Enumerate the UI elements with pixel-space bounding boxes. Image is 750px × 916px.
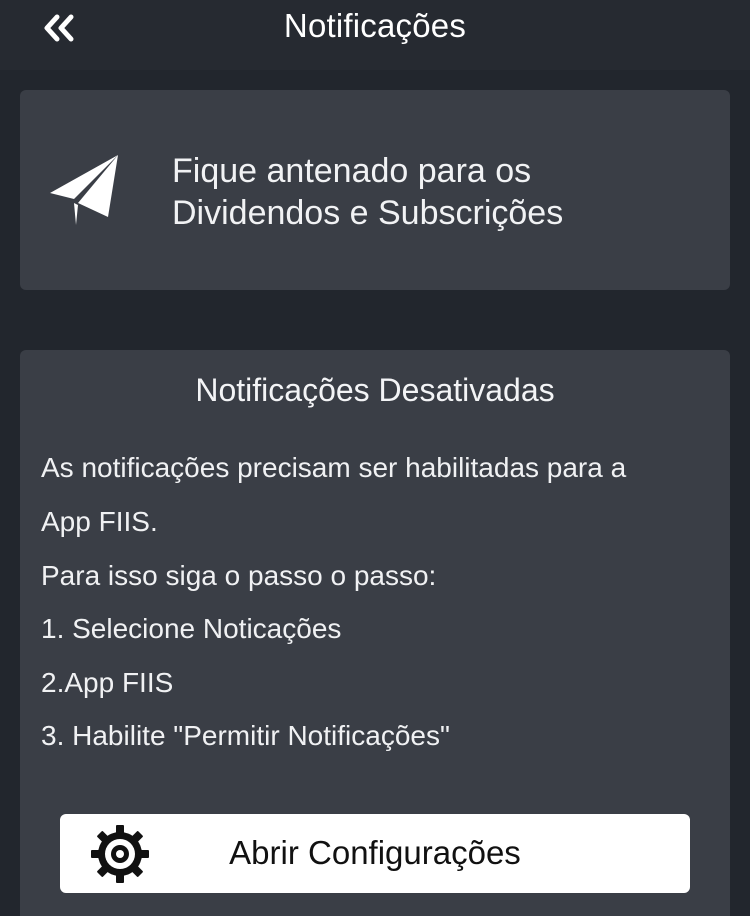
info-line: App FIIS.: [41, 506, 158, 537]
info-line: 2.App FIIS: [41, 667, 174, 698]
promo-text: Fique antenado para os Dividendos e Subs…: [172, 150, 563, 234]
paper-plane-icon: [50, 155, 118, 225]
top-bar: Notificações: [0, 0, 750, 70]
info-line: As notificações precisam ser habilitadas…: [41, 452, 627, 483]
page-title: Notificações: [283, 7, 467, 44]
info-line: Para isso siga o passo o passo:: [41, 560, 437, 591]
promo-line-1: Fique antenado para os: [172, 152, 532, 190]
open-settings-button[interactable]: Abrir Configurações: [60, 814, 690, 893]
info-line: 1. Selecione Noticações: [41, 613, 342, 644]
promo-line-2: Dividendos e Subscrições: [172, 194, 564, 232]
open-settings-label: Abrir Configurações: [229, 834, 521, 871]
info-title: Notificações Desativadas: [195, 372, 555, 408]
info-line: 3. Habilite "Permitir Notificações": [41, 720, 450, 751]
